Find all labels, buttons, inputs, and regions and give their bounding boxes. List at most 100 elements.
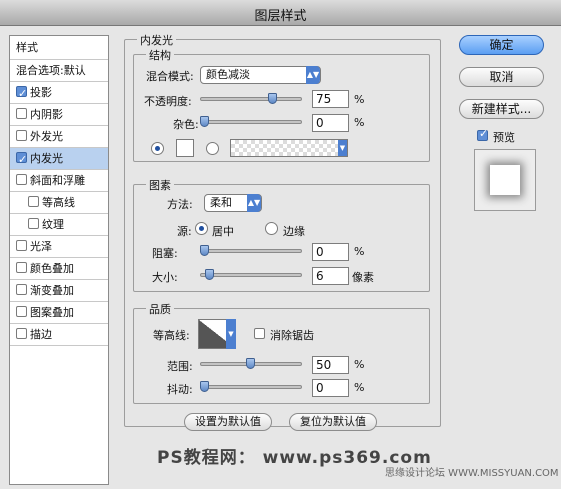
sidebar-item-inner-shadow[interactable]: 内阴影: [10, 104, 108, 126]
sidebar-item-satin[interactable]: 光泽: [10, 236, 108, 258]
opacity-slider[interactable]: [200, 93, 302, 104]
structure-group: 结构 混合模式: 颜色减淡 ▲▼ 不透明度: 75 % 杂色: 0 % ▼: [133, 47, 430, 162]
sidebar-item-contour[interactable]: 等高线: [10, 192, 108, 214]
sidebar-item-outer-glow[interactable]: 外发光: [10, 126, 108, 148]
bevel-emboss-checkbox[interactable]: [16, 174, 27, 185]
choke-label: 阻塞:: [152, 247, 178, 260]
sidebar-item-label: 描边: [30, 328, 52, 341]
choke-field[interactable]: 0: [312, 243, 349, 261]
pattern-overlay-checkbox[interactable]: [16, 306, 27, 317]
styles-list: 样式 混合选项:默认 投影 内阴影 外发光 内发光 斜面和浮雕 等高线 纹理 光…: [9, 35, 109, 485]
size-slider[interactable]: [200, 269, 302, 280]
sidebar-item-label: 投影: [30, 86, 52, 99]
jitter-unit: %: [354, 381, 365, 394]
noise-label: 杂色:: [173, 118, 199, 131]
noise-slider-thumb[interactable]: [200, 116, 209, 127]
chevron-updown-icon: ▲▼: [306, 66, 320, 84]
sidebar-item-label: 渐变叠加: [30, 284, 74, 297]
opacity-label: 不透明度:: [144, 95, 192, 108]
inner-glow-checkbox[interactable]: [16, 149, 27, 171]
noise-slider[interactable]: [200, 116, 302, 127]
blend-mode-select[interactable]: 颜色减淡 ▲▼: [200, 66, 321, 84]
contour-checkbox[interactable]: [28, 196, 39, 207]
sidebar-item-drop-shadow[interactable]: 投影: [10, 82, 108, 105]
jitter-slider[interactable]: [200, 381, 302, 392]
stroke-checkbox[interactable]: [16, 328, 27, 339]
antialias-checkbox[interactable]: [254, 328, 265, 339]
new-style-button[interactable]: 新建样式...: [459, 99, 544, 119]
jitter-field[interactable]: 0: [312, 379, 349, 397]
gradient-overlay-checkbox[interactable]: [16, 284, 27, 295]
size-label: 大小:: [152, 271, 178, 284]
sidebar-item-texture[interactable]: 纹理: [10, 214, 108, 236]
sidebar-item-label: 混合选项:默认: [16, 64, 86, 77]
choke-unit: %: [354, 245, 365, 258]
gradient-radio[interactable]: [206, 142, 219, 155]
set-default-button[interactable]: 设置为默认值: [184, 413, 272, 431]
style-preview-thumbnail: [474, 149, 536, 211]
sidebar-item-label: 颜色叠加: [30, 262, 74, 275]
inner-shadow-checkbox[interactable]: [16, 108, 27, 119]
satin-checkbox[interactable]: [16, 240, 27, 251]
sidebar-item-blending-options[interactable]: 混合选项:默认: [10, 60, 108, 82]
method-select[interactable]: 柔和 ▲▼: [204, 194, 262, 212]
cancel-button[interactable]: 取消: [459, 67, 544, 87]
elements-legend: 图素: [146, 177, 174, 193]
size-unit: 像素: [352, 271, 374, 284]
source-center-radio[interactable]: [195, 222, 208, 235]
sidebar-item-gradient-overlay[interactable]: 渐变叠加: [10, 280, 108, 302]
jitter-slider-thumb[interactable]: [200, 381, 209, 392]
opacity-field[interactable]: 75: [312, 90, 349, 108]
window-title: 图层样式: [254, 9, 307, 24]
size-field[interactable]: 6: [312, 267, 349, 285]
texture-checkbox[interactable]: [28, 218, 39, 229]
noise-field[interactable]: 0: [312, 114, 349, 132]
credit-text: 思缘设计论坛 WWW.MISSYUAN.COM: [385, 468, 559, 479]
sidebar-item-pattern-overlay[interactable]: 图案叠加: [10, 302, 108, 324]
sidebar-item-label: 内发光: [30, 152, 63, 165]
sidebar-item-label: 斜面和浮雕: [30, 174, 85, 187]
preview-checkbox[interactable]: [477, 127, 488, 141]
antialias-label: 消除锯齿: [270, 329, 314, 342]
sidebar-item-stroke[interactable]: 描边: [10, 324, 108, 346]
range-slider[interactable]: [200, 358, 302, 369]
choke-slider[interactable]: [200, 245, 302, 256]
sidebar-item-label: 纹理: [42, 218, 64, 231]
noise-unit: %: [354, 116, 365, 129]
panel-title: 内发光: [137, 32, 176, 48]
drop-shadow-checkbox[interactable]: [16, 83, 27, 105]
color-overlay-checkbox[interactable]: [16, 262, 27, 273]
method-label: 方法:: [167, 198, 193, 211]
source-edge-radio[interactable]: [265, 222, 278, 235]
gradient-picker[interactable]: ▼: [230, 139, 348, 157]
color-radio[interactable]: [151, 142, 164, 155]
styles-list-header[interactable]: 样式: [10, 36, 108, 60]
size-slider-thumb[interactable]: [205, 269, 214, 280]
title-bar: 图层样式: [0, 0, 561, 26]
sidebar-item-label: 图案叠加: [30, 306, 74, 319]
sidebar-item-label: 等高线: [42, 196, 75, 209]
glow-color-swatch[interactable]: [176, 139, 194, 157]
contour-label: 等高线:: [153, 329, 190, 342]
range-field[interactable]: 50: [312, 356, 349, 374]
outer-glow-checkbox[interactable]: [16, 130, 27, 141]
source-label: 源:: [177, 225, 192, 238]
sidebar-item-bevel-emboss[interactable]: 斜面和浮雕: [10, 170, 108, 192]
ok-button[interactable]: 确定: [459, 35, 544, 55]
elements-group: 图素 方法: 柔和 ▲▼ 源: 居中 边缘 阻塞: 0 % 大小: 6 像素: [133, 177, 430, 292]
range-unit: %: [354, 358, 365, 371]
opacity-slider-thumb[interactable]: [268, 93, 277, 104]
reset-default-button[interactable]: 复位为默认值: [289, 413, 377, 431]
blend-mode-label: 混合模式:: [146, 70, 194, 83]
preview-label: 预览: [493, 131, 515, 144]
range-label: 范围:: [167, 360, 193, 373]
structure-legend: 结构: [146, 47, 174, 63]
range-slider-thumb[interactable]: [246, 358, 255, 369]
sidebar-item-color-overlay[interactable]: 颜色叠加: [10, 258, 108, 280]
sidebar-item-inner-glow[interactable]: 内发光: [10, 148, 108, 171]
dialog-body: 样式 混合选项:默认 投影 内阴影 外发光 内发光 斜面和浮雕 等高线 纹理 光…: [0, 26, 561, 489]
chevron-down-icon: ▼: [338, 140, 347, 156]
choke-slider-thumb[interactable]: [200, 245, 209, 256]
contour-picker[interactable]: ▼: [198, 319, 236, 349]
source-center-label: 居中: [212, 225, 234, 238]
